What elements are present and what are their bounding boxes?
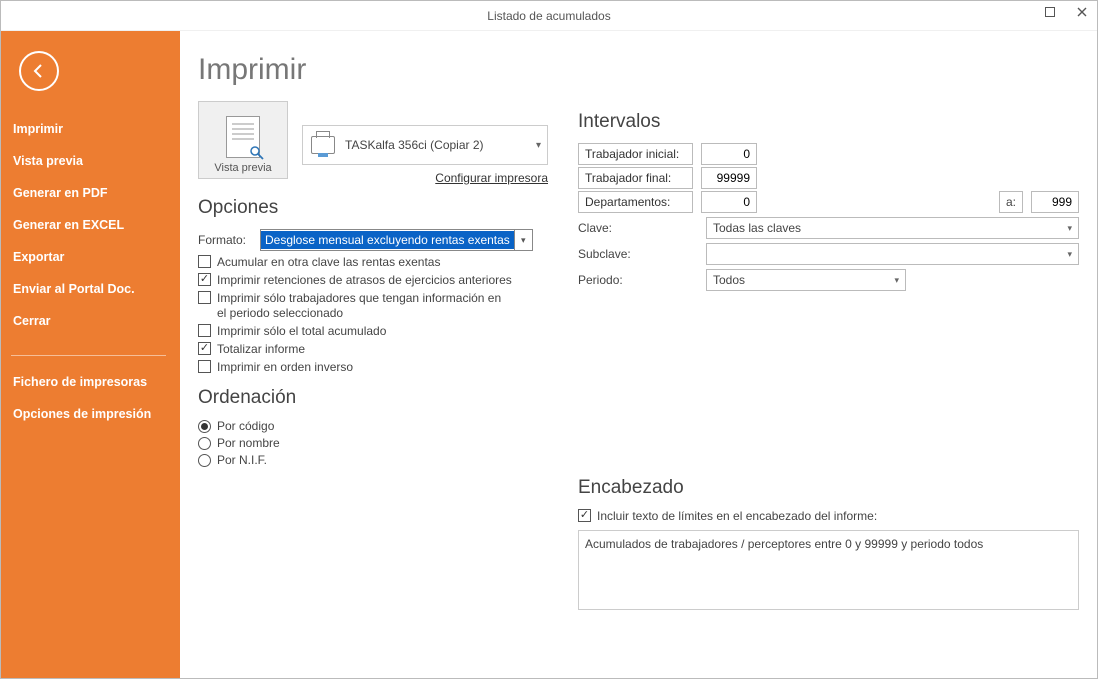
check-acumular-clave[interactable]: Acumular en otra clave las rentas exenta… [198, 255, 548, 270]
sidebar-item-opciones-impresion[interactable]: Opciones de impresión [1, 398, 180, 430]
window-close-button[interactable] [1071, 1, 1093, 23]
check-retenciones-atrasos[interactable]: Imprimir retenciones de atrasos de ejerc… [198, 273, 548, 288]
window-restore-button[interactable] [1039, 1, 1061, 23]
sidebar-separator [11, 355, 166, 356]
window-title: Listado de acumulados [487, 9, 610, 23]
subclave-label: Subclave: [578, 247, 706, 261]
check-solo-trabajadores-periodo[interactable]: Imprimir sólo trabajadores que tengan in… [198, 291, 548, 321]
trabajador-inicial-label: Trabajador inicial: [578, 143, 693, 165]
formato-label: Formato: [198, 233, 260, 247]
document-preview-icon [226, 116, 260, 158]
encabezado-heading: Encabezado [578, 477, 1079, 499]
ordenacion-heading: Ordenación [198, 387, 548, 409]
chevron-down-icon: ▾ [1067, 249, 1072, 260]
printer-name: TASKalfa 356ci (Copiar 2) [345, 138, 484, 152]
chevron-down-icon: ▾ [1067, 223, 1072, 234]
chevron-down-icon: ▾ [536, 140, 541, 151]
clave-label: Clave: [578, 221, 706, 235]
formato-select[interactable]: Desglose mensual excluyendo rentas exent… [260, 229, 533, 251]
opciones-heading: Opciones [198, 197, 548, 219]
periodo-label: Periodo: [578, 273, 706, 287]
trabajador-inicial-input[interactable] [701, 143, 757, 165]
departamentos-label: Departamentos: [578, 191, 693, 213]
back-button[interactable] [19, 51, 59, 91]
sidebar-item-enviar-portal[interactable]: Enviar al Portal Doc. [1, 273, 180, 305]
printer-selector[interactable]: TASKalfa 356ci (Copiar 2) ▾ [302, 125, 548, 165]
departamentos-from-input[interactable] [701, 191, 757, 213]
sidebar-item-vista-previa[interactable]: Vista previa [1, 145, 180, 177]
encabezado-textarea[interactable]: Acumulados de trabajadores / perceptores… [578, 530, 1079, 610]
vista-previa-label: Vista previa [214, 162, 271, 174]
radio-por-nombre[interactable]: Por nombre [198, 436, 548, 450]
intervalos-heading: Intervalos [578, 111, 1079, 133]
configurar-impresora-link[interactable]: Configurar impresora [302, 171, 548, 185]
check-orden-inverso[interactable]: Imprimir en orden inverso [198, 360, 548, 375]
check-incluir-limites[interactable]: Incluir texto de límites en el encabezad… [578, 509, 1079, 524]
title-bar: Listado de acumulados [1, 1, 1097, 31]
sidebar-item-generar-pdf[interactable]: Generar en PDF [1, 177, 180, 209]
chevron-down-icon: ▾ [894, 275, 899, 286]
trabajador-final-label: Trabajador final: [578, 167, 693, 189]
periodo-select[interactable]: Todos▾ [706, 269, 906, 291]
vista-previa-button[interactable]: Vista previa [198, 101, 288, 179]
check-totalizar[interactable]: Totalizar informe [198, 342, 548, 357]
radio-por-codigo[interactable]: Por código [198, 419, 548, 433]
check-solo-total[interactable]: Imprimir sólo el total acumulado [198, 324, 548, 339]
sidebar-item-cerrar[interactable]: Cerrar [1, 305, 180, 337]
formato-value: Desglose mensual excluyendo rentas exent… [261, 231, 514, 249]
subclave-select[interactable]: ▾ [706, 243, 1079, 265]
clave-select[interactable]: Todas las claves▾ [706, 217, 1079, 239]
sidebar-item-fichero-impresoras[interactable]: Fichero de impresoras [1, 366, 180, 398]
sidebar-item-exportar[interactable]: Exportar [1, 241, 180, 273]
trabajador-final-input[interactable] [701, 167, 757, 189]
printer-icon [311, 136, 335, 154]
chevron-down-icon: ▾ [514, 230, 532, 250]
sidebar: Imprimir Vista previa Generar en PDF Gen… [1, 31, 180, 678]
sidebar-item-imprimir[interactable]: Imprimir [1, 113, 180, 145]
page-title: Imprimir [198, 53, 548, 87]
radio-por-nif[interactable]: Por N.I.F. [198, 453, 548, 467]
departamentos-to-input[interactable] [1031, 191, 1079, 213]
a-label: a: [999, 191, 1023, 213]
sidebar-item-generar-excel[interactable]: Generar en EXCEL [1, 209, 180, 241]
